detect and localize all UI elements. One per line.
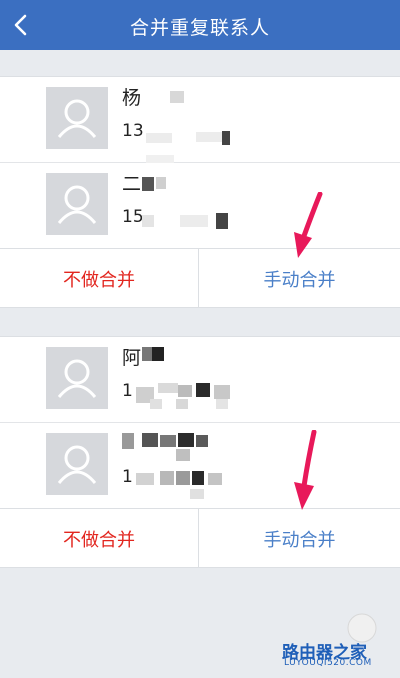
contact-phone: 1: [122, 381, 133, 401]
contact-name: 二: [122, 173, 142, 195]
duplicate-group-2: 阿 1 1 不做合并 手动合并: [0, 336, 400, 568]
privacy-blur: [160, 435, 176, 447]
privacy-blur: [208, 473, 222, 485]
privacy-blur: [178, 433, 194, 447]
arrow-down-icon: [294, 192, 323, 258]
avatar: [46, 173, 108, 235]
privacy-blur: [146, 133, 172, 143]
privacy-blur: [142, 215, 154, 227]
contact-item[interactable]: 阿 1: [0, 337, 400, 423]
privacy-blur: [158, 383, 178, 393]
privacy-blur: [192, 471, 204, 485]
arrow-down-icon: [294, 430, 317, 510]
privacy-blur: [176, 399, 188, 409]
privacy-blur: [150, 399, 162, 409]
no-merge-button[interactable]: 不做合并: [0, 266, 198, 292]
avatar: [46, 87, 108, 149]
no-merge-button[interactable]: 不做合并: [0, 526, 198, 552]
privacy-blur: [142, 177, 154, 191]
privacy-blur: [222, 131, 230, 145]
privacy-blur: [142, 433, 158, 447]
merge-actions: 不做合并 手动合并: [0, 509, 400, 567]
privacy-blur: [196, 132, 222, 142]
privacy-blur: [136, 473, 154, 485]
contact-name: 阿: [122, 347, 142, 369]
privacy-blur: [178, 385, 192, 397]
privacy-blur: [160, 471, 174, 485]
privacy-blur: [156, 177, 166, 189]
nav-bar: 合并重复联系人: [0, 0, 400, 50]
privacy-blur: [196, 383, 210, 397]
contact-item[interactable]: 二 15: [0, 163, 400, 249]
contact-item[interactable]: 1: [0, 423, 400, 509]
user-icon: [57, 185, 97, 224]
manual-merge-button[interactable]: 手动合并: [199, 526, 400, 552]
duplicate-group-1: 杨 13 二 15 不做合并 手动合并: [0, 76, 400, 308]
contact-phone: 1: [122, 467, 133, 487]
privacy-blur: [152, 347, 164, 361]
contact-item[interactable]: 杨 13: [0, 77, 400, 163]
privacy-blur: [190, 489, 204, 499]
privacy-blur: [214, 385, 230, 399]
privacy-blur: [146, 155, 174, 163]
user-icon: [57, 99, 97, 138]
privacy-blur: [176, 449, 190, 461]
avatar: [46, 347, 108, 409]
privacy-blur: [216, 399, 228, 409]
contact-name: 杨: [122, 87, 142, 109]
privacy-blur: [216, 213, 228, 229]
avatar: [46, 433, 108, 495]
merge-actions: 不做合并 手动合并: [0, 249, 400, 307]
user-icon: [57, 359, 97, 398]
privacy-blur: [122, 433, 134, 449]
privacy-blur: [176, 471, 190, 485]
watermark-url: LUYOUQI520.COM: [284, 658, 372, 668]
user-icon: [57, 445, 97, 484]
manual-merge-button[interactable]: 手动合并: [199, 266, 400, 292]
page-title: 合并重复联系人: [129, 17, 270, 39]
contact-phone: 13: [122, 121, 144, 141]
privacy-blur: [170, 91, 184, 103]
watermark-logo: 路由器之家 LUYOUQI520.COM: [274, 612, 394, 672]
privacy-blur: [180, 215, 208, 227]
privacy-blur: [196, 435, 208, 447]
contact-phone: 15: [122, 207, 144, 227]
